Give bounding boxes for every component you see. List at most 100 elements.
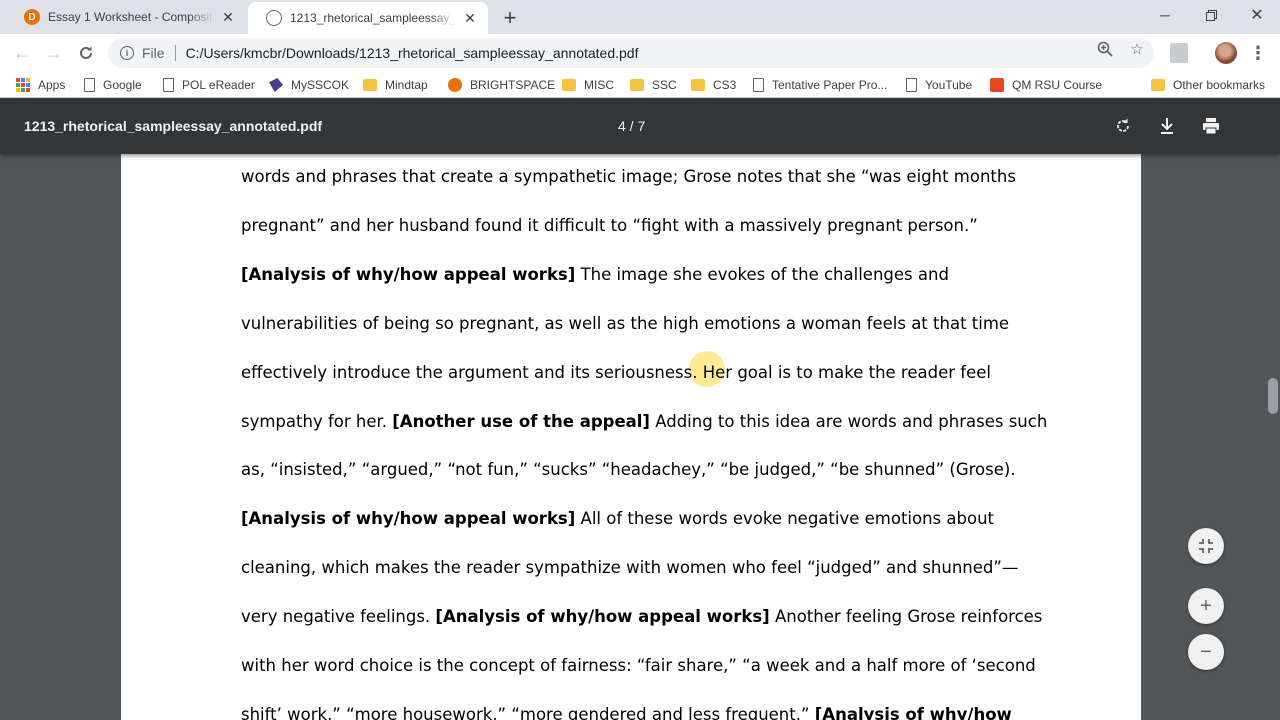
page-icon [753,78,764,92]
bookmark-youtube[interactable]: YouTube [906,76,972,94]
body-text: vulnerabilities of being so pregnant, as… [241,313,1010,333]
bookmark-label: SSC [652,78,677,92]
print-icon[interactable] [1199,114,1223,138]
close-icon[interactable]: ✕ [462,10,478,26]
folder-icon [562,79,576,91]
document-line: cleaning, which makes the reader sympath… [241,558,1018,577]
body-text: Another feeling Grose reinforces [769,607,1043,627]
annotation-label: [Analysis of why/how appeal works] [241,264,576,284]
url-separator [174,45,176,61]
bookmark-label: Mindtap [385,78,428,92]
page-icon [84,78,95,92]
new-tab-button[interactable]: + [498,6,522,30]
info-icon[interactable]: i [120,46,134,60]
bookmark-label: POL eReader [182,78,255,92]
bookmark-tentative-paper[interactable]: Tentative Paper Pro... [753,76,887,94]
document-line: effectively introduce the argument and i… [241,363,991,382]
body-text: All of these words evoke negative emotio… [575,509,995,529]
bookmark-mysscok[interactable]: MySSCOK [269,76,349,94]
zoom-in-button[interactable]: + [1188,588,1224,624]
url-text: C:/Users/kmcbr/Downloads/1213_rhetorical… [185,45,639,61]
scrollbar-thumb[interactable] [1268,378,1278,414]
body-text: words and phrases that create a sympathe… [241,167,1016,186]
document-line: [Analysis of why/how appeal works] The i… [241,265,949,284]
document-line: words and phrases that create a sympathe… [241,167,1016,186]
bookmark-mindtap[interactable]: Mindtap [363,76,428,94]
annotation-label: [Analysis of why/how [814,704,1012,720]
bookmark-label: MISC [584,78,614,92]
extension-icon[interactable] [1170,43,1188,63]
pdf-viewport[interactable]: words and phrases that create a sympathe… [0,154,1280,720]
document-line: with her word choice is the concept of f… [241,656,1036,675]
pdf-title: 1213_rhetorical_sampleessay_annotated.pd… [24,118,323,134]
page-icon [163,78,174,92]
body-text: effectively introduce the argument and i… [241,362,991,382]
body-text: very negative feelings. [241,607,436,627]
annotation-label: [Analysis of why/how appeal works] [435,607,770,627]
document-line: [Analysis of why/how appeal works] All o… [241,509,994,528]
document-line: very negative feelings. [Analysis of why… [241,607,1042,626]
bookmark-label: Other bookmarks [1173,78,1266,92]
bookmark-apps[interactable]: Apps [16,76,65,94]
zoom-icon[interactable] [1095,39,1115,59]
pdf-toolbar: 1213_rhetorical_sampleessay_annotated.pd… [0,98,1280,154]
d2l-icon [448,78,462,92]
bookmark-other[interactable]: Other bookmarks [1151,76,1265,94]
body-text: shift’ work,” “more housework,” “more ge… [241,704,815,720]
window-close-icon[interactable]: ✕ [1234,0,1280,30]
bookmark-cs3[interactable]: CS3 [691,76,736,94]
tab-title: Essay 1 Worksheet - Composition [48,10,214,24]
fit-page-button[interactable] [1188,528,1224,564]
zoom-out-button[interactable]: − [1188,634,1224,670]
bookmark-pol-ereader[interactable]: POL eReader [163,76,255,94]
browser-menu-icon[interactable]: ⋮ [1248,39,1268,67]
forward-button[interactable]: → [40,39,68,67]
bookmark-star-icon[interactable]: ☆ [1127,39,1147,59]
folder-icon [1151,79,1165,91]
body-text: The image she evokes of the challenges a… [575,264,949,284]
bookmark-label: Tentative Paper Pro... [772,78,888,92]
back-button[interactable]: ← [8,39,36,67]
annotation-label: [Analysis of why/how appeal works] [241,509,576,529]
bookmark-qm-rsu[interactable]: QM RSU Course [990,76,1102,94]
bookmark-label: BRIGHTSPACE [470,78,556,92]
minimize-icon[interactable]: ─ [1142,0,1188,30]
page-indicator: 4 / 7 [618,118,646,134]
tab-essay-worksheet[interactable]: D Essay 1 Worksheet - Composition ✕ [8,0,246,34]
address-bar[interactable]: i File C:/Users/kmcbr/Downloads/1213_rhe… [108,38,1154,68]
document-line: vulnerabilities of being so pregnant, as… [241,314,1009,333]
rotate-icon[interactable] [1111,114,1135,138]
browser-toolbar: ← → i File C:/Users/kmcbr/Downloads/1213… [0,34,1280,72]
sscok-icon [269,78,283,92]
bookmark-label: Google [103,78,142,92]
url-scheme: File [142,45,165,61]
document-line: as, “insisted,” “argued,” “not fun,” “su… [241,460,1016,479]
tab-title: 1213_rhetorical_sampleessay_annotated.pd… [290,11,456,25]
body-text: sympathy for her. [241,411,393,431]
scrollbar[interactable] [1264,154,1280,720]
bookmark-label: CS3 [713,78,737,92]
bookmark-misc[interactable]: MISC [562,76,614,94]
page-icon [906,78,917,92]
document-line: shift’ work,” “more housework,” “more ge… [241,705,1012,720]
bookmark-label: YouTube [925,78,973,92]
reload-button[interactable] [72,39,100,67]
download-icon[interactable] [1155,114,1179,138]
qm-icon [990,78,1004,92]
bookmark-google[interactable]: Google [84,76,142,94]
close-icon[interactable]: ✕ [220,9,236,25]
d2l-icon: D [24,9,40,25]
folder-icon [630,79,644,91]
profile-avatar[interactable] [1215,42,1237,64]
pdf-page: words and phrases that create a sympathe… [121,154,1141,720]
restore-icon[interactable] [1188,0,1234,30]
body-text: as, “insisted,” “argued,” “not fun,” “su… [241,460,1016,480]
bookmark-ssc[interactable]: SSC [630,76,677,94]
body-text: with her word choice is the concept of f… [241,656,1036,675]
annotation-label: [Another use of the appeal] [392,411,650,431]
folder-icon [363,79,377,91]
document-icon [266,10,282,26]
bookmark-brightspace[interactable]: BRIGHTSPACE [448,76,555,94]
document-line: sympathy for her. [Another use of the ap… [241,412,1047,431]
tab-pdf-document[interactable]: 1213_rhetorical_sampleessay_annotated.pd… [248,2,488,34]
